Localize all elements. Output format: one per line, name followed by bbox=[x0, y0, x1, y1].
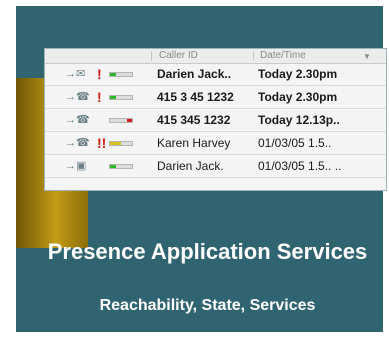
column-separator bbox=[253, 51, 254, 61]
date-time-cell: Today 12.13p.. bbox=[258, 113, 340, 127]
incoming-call-icon: →☎ bbox=[65, 91, 90, 103]
slide: Caller ID Date/Time ▼ →✉ ! Darien Jack..… bbox=[16, 6, 387, 332]
presence-status-bar bbox=[109, 72, 133, 77]
caller-id-cell: Darien Jack. bbox=[157, 159, 224, 173]
priority-icon: ! bbox=[97, 89, 102, 105]
caller-id-cell: Karen Harvey bbox=[157, 136, 231, 150]
incoming-call-icon: →☎ bbox=[65, 137, 90, 149]
table-row[interactable]: →▣ Darien Jack. 01/03/05 1.5.. .. bbox=[45, 155, 386, 178]
incoming-call-icon: →☎ bbox=[65, 114, 90, 126]
table-row[interactable]: →☎ 415 345 1232 Today 12.13p.. bbox=[45, 109, 386, 132]
call-log-panel: Caller ID Date/Time ▼ →✉ ! Darien Jack..… bbox=[44, 48, 387, 191]
date-time-cell: Today 2.30pm bbox=[258, 90, 338, 104]
caller-id-cell: 415 345 1232 bbox=[157, 113, 231, 127]
slide-title: Presence Application Services bbox=[47, 239, 368, 264]
incoming-video-icon: →▣ bbox=[65, 160, 87, 172]
presence-status-bar bbox=[109, 118, 133, 123]
table-row[interactable]: →✉ ! Darien Jack.. Today 2.30pm bbox=[45, 63, 386, 86]
presence-status-bar bbox=[109, 164, 133, 169]
column-header-caller-id[interactable]: Caller ID bbox=[159, 50, 198, 61]
column-separator bbox=[151, 51, 152, 61]
date-time-cell: Today 2.30pm bbox=[258, 67, 338, 81]
slide-subtitle: Reachability, State, Services bbox=[99, 297, 316, 314]
date-time-cell: 01/03/05 1.5.. .. bbox=[258, 159, 342, 173]
priority-icon: !! bbox=[97, 135, 107, 151]
table-row[interactable]: →☎ !! Karen Harvey 01/03/05 1.5.. bbox=[45, 132, 386, 155]
presence-status-bar bbox=[109, 141, 133, 146]
sort-arrow-icon[interactable]: ▼ bbox=[363, 52, 371, 61]
presence-status-bar bbox=[109, 95, 133, 100]
caller-id-cell: 415 3 45 1232 bbox=[157, 90, 234, 104]
table-header: Caller ID Date/Time ▼ bbox=[45, 49, 386, 64]
date-time-cell: 01/03/05 1.5.. bbox=[258, 136, 332, 150]
table-row[interactable]: →☎ ! 415 3 45 1232 Today 2.30pm bbox=[45, 86, 386, 109]
incoming-voicemail-icon: →✉ bbox=[65, 68, 86, 80]
column-header-date-time[interactable]: Date/Time bbox=[260, 50, 306, 61]
priority-icon: ! bbox=[97, 66, 102, 82]
caller-id-cell: Darien Jack.. bbox=[157, 67, 232, 81]
